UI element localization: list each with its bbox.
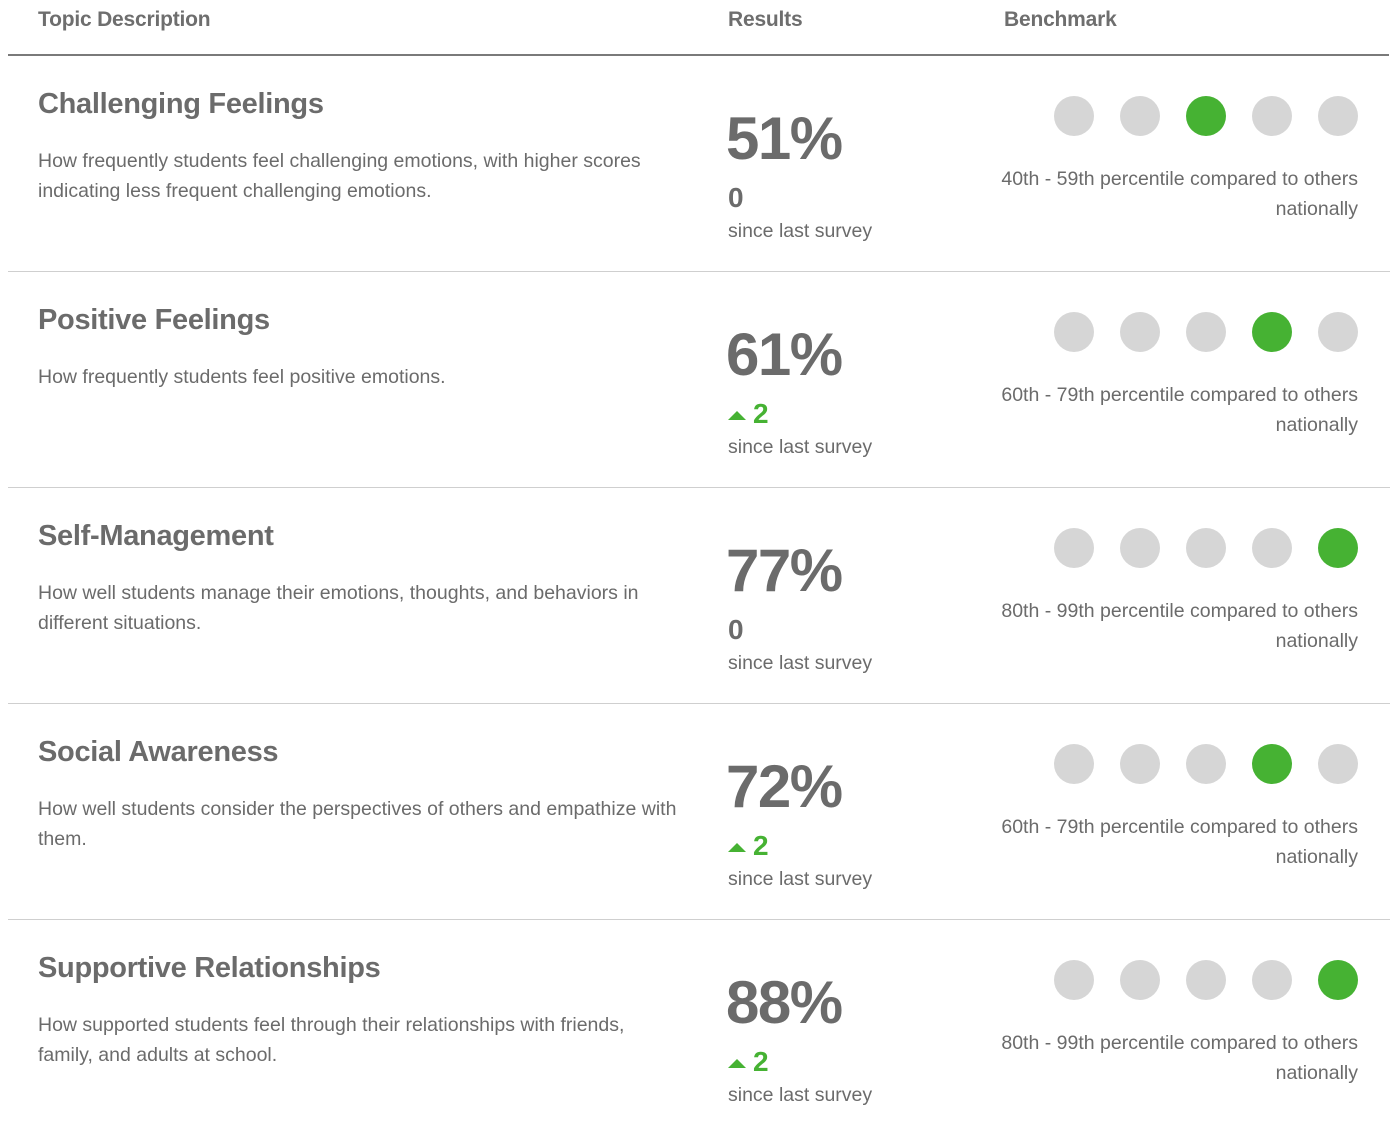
result-change: 2 [728, 398, 769, 430]
benchmark-dot [1252, 96, 1292, 136]
benchmark-dot [1318, 744, 1358, 784]
topic-title: Supportive Relationships [38, 952, 381, 984]
topic-title: Challenging Feelings [38, 88, 324, 120]
topic-title: Social Awareness [38, 736, 279, 768]
topic-description: How well students manage their emotions,… [38, 582, 639, 634]
since-last-survey-label: since last survey [728, 652, 873, 674]
benchmark-dot [1054, 528, 1094, 568]
benchmark-dot [1252, 960, 1292, 1000]
benchmark-dot [1054, 312, 1094, 352]
benchmark-text: 80th - 99th percentile compared to other… [1001, 1032, 1358, 1084]
benchmark-dot [1318, 528, 1358, 568]
result-percentage: 77% [726, 537, 843, 604]
benchmark-dot [1186, 96, 1226, 136]
benchmark-dot [1054, 96, 1094, 136]
benchmark-dot [1318, 96, 1358, 136]
benchmark-text: 40th - 59th percentile compared to other… [1001, 168, 1358, 220]
change-value: 0 [728, 614, 744, 645]
since-last-survey-label: since last survey [728, 868, 873, 890]
benchmark-dot [1186, 960, 1226, 1000]
topic-title: Positive Feelings [38, 304, 270, 336]
table-row: Social Awareness How well students consi… [8, 704, 1390, 920]
benchmark-dots [1054, 528, 1358, 568]
benchmark-dot [1252, 528, 1292, 568]
change-value: 2 [753, 398, 769, 429]
benchmark-text: 80th - 99th percentile compared to other… [1001, 600, 1358, 652]
benchmark-dot [1054, 960, 1094, 1000]
benchmark-dot [1252, 312, 1292, 352]
header-topic-description: Topic Description [38, 8, 211, 31]
benchmark-dot [1186, 312, 1226, 352]
benchmark-text: 60th - 79th percentile compared to other… [1001, 816, 1358, 868]
since-last-survey-label: since last survey [728, 220, 873, 242]
benchmark-dots [1054, 744, 1358, 784]
since-last-survey-label: since last survey [728, 436, 873, 458]
benchmark-dots [1054, 312, 1358, 352]
benchmark-dot [1054, 744, 1094, 784]
benchmark-text: 60th - 79th percentile compared to other… [1001, 384, 1358, 436]
table-row: Challenging Feelings How frequently stud… [8, 56, 1390, 272]
change-value: 2 [753, 830, 769, 861]
table-row: Supportive Relationships How supported s… [8, 920, 1390, 1129]
result-percentage: 61% [726, 321, 843, 388]
topic-description: How supported students feel through thei… [38, 1014, 625, 1066]
benchmark-dot [1120, 960, 1160, 1000]
benchmark-dot [1120, 528, 1160, 568]
benchmark-dots [1054, 96, 1358, 136]
result-percentage: 51% [726, 105, 843, 172]
result-change: 0 [728, 182, 744, 214]
table-row: Positive Feelings How frequently student… [8, 272, 1390, 488]
benchmark-dot [1120, 96, 1160, 136]
result-change: 2 [728, 830, 769, 862]
arrow-up-icon [728, 1058, 746, 1068]
topic-description: How frequently students feel challenging… [38, 150, 641, 202]
table-header: Topic Description Results Benchmark [8, 0, 1389, 56]
topic-description: How well students consider the perspecti… [38, 798, 677, 850]
benchmark-dot [1318, 960, 1358, 1000]
benchmark-dot [1120, 312, 1160, 352]
result-change: 2 [728, 1046, 769, 1078]
arrow-up-icon [728, 410, 746, 420]
since-last-survey-label: since last survey [728, 1084, 873, 1106]
arrow-up-icon [728, 842, 746, 852]
benchmark-dot [1252, 744, 1292, 784]
change-value: 0 [728, 182, 744, 213]
change-value: 2 [753, 1046, 769, 1077]
result-percentage: 88% [726, 969, 843, 1036]
results-table: Topic Description Results Benchmark Chal… [0, 0, 1392, 1129]
topic-description: How frequently students feel positive em… [38, 366, 446, 388]
benchmark-dot [1186, 528, 1226, 568]
table-row: Self-Management How well students manage… [8, 488, 1390, 704]
header-results: Results [728, 8, 803, 31]
benchmark-dot [1318, 312, 1358, 352]
result-percentage: 72% [726, 753, 843, 820]
benchmark-dot [1120, 744, 1160, 784]
topic-title: Self-Management [38, 520, 274, 552]
result-change: 0 [728, 614, 744, 646]
benchmark-dot [1186, 744, 1226, 784]
benchmark-dots [1054, 960, 1358, 1000]
header-benchmark: Benchmark [1004, 8, 1117, 31]
table-body: Challenging Feelings How frequently stud… [8, 56, 1390, 1129]
